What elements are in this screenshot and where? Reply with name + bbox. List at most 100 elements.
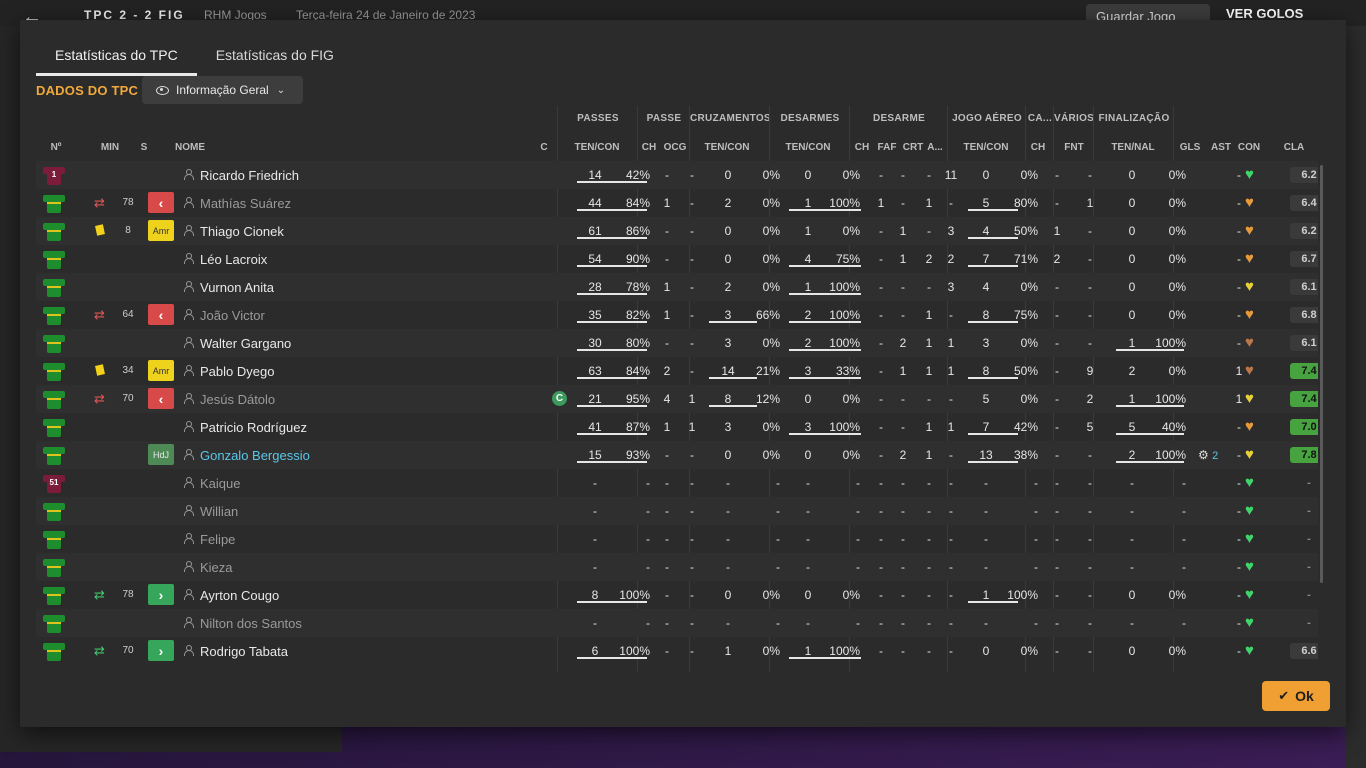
- player-row[interactable]: Vurnon Anita 28 78% 1 - 2 0% 1 100% - - - 3 4 0% - - 0 0% -…: [36, 273, 1318, 301]
- varios-fnt: -: [1088, 168, 1092, 182]
- column-header-des_ch[interactable]: CH: [854, 142, 870, 153]
- player-name[interactable]: Ayrton Cougo: [200, 588, 279, 603]
- player-icon: [184, 421, 194, 432]
- cr-percent: 66%: [755, 308, 780, 322]
- player-row[interactable]: ⇄ 78 ‹ Mathías Suárez 44 84% 1-2 0% 1 100% 1-1-5 80…: [36, 189, 1318, 217]
- column-header-passe_ch[interactable]: CH: [640, 142, 658, 153]
- player-name[interactable]: Felipe: [200, 532, 235, 547]
- tab-fig-stats[interactable]: Estatísticas do FIG: [197, 40, 353, 76]
- player-name[interactable]: Pablo Dyego: [200, 364, 274, 379]
- rating-badge: 6.2: [1290, 167, 1318, 183]
- column-header-cla[interactable]: CLA: [1278, 142, 1310, 153]
- condition-heart-icon: ♥: [1245, 446, 1254, 463]
- player-row[interactable]: Walter Gargano 30 80% - -3 0% 2 100% -2 1 1 3 0% - -1 1…: [36, 329, 1318, 357]
- player-name[interactable]: Walter Gargano: [200, 336, 291, 351]
- desarme-ch: -: [879, 280, 883, 294]
- fi-attempts: -: [1130, 616, 1134, 630]
- player-name[interactable]: Nilton dos Santos: [200, 616, 302, 631]
- player-name[interactable]: Jesús Dátolo: [200, 392, 275, 407]
- column-header-num[interactable]: Nº: [46, 142, 66, 153]
- player-row[interactable]: ⇄ 70 ‹ Jesús Dátolo C 21 95% 4 1 8 12% 0 0% - - - -5 0% -2…: [36, 385, 1318, 413]
- player-row[interactable]: ⇄ 78 › Ayrton Cougo 8 100% - - 0 0% 0 0% - - - - 1 100% - -…: [36, 581, 1318, 609]
- column-header-ca_ch[interactable]: CH: [1030, 142, 1046, 153]
- column-header-c[interactable]: C: [538, 142, 550, 153]
- view-goals-button[interactable]: VER GOLOS: [1226, 6, 1303, 21]
- status-badge-green: ›: [148, 640, 174, 661]
- de-percent: 0%: [842, 588, 860, 602]
- passe-ocg: -: [690, 560, 694, 574]
- column-header-passe_ocg[interactable]: OCG: [662, 142, 688, 153]
- column-header-des_a[interactable]: A...: [926, 142, 944, 153]
- column-header-min[interactable]: MIN: [96, 142, 124, 153]
- group-header: FINALIZAÇÃO: [1098, 113, 1170, 124]
- section-title: DADOS DO TPC: [36, 83, 139, 98]
- player-name[interactable]: Rodrigo Tabata: [200, 644, 288, 659]
- player-row[interactable]: Kieza - - - - - - - - - - - - - - - - - - - ♥ -: [36, 553, 1318, 581]
- player-name[interactable]: Mathías Suárez: [200, 196, 291, 211]
- de-attempts: 0: [804, 168, 812, 182]
- ae-percent: 50%: [1013, 364, 1038, 378]
- player-name[interactable]: Willian: [200, 504, 238, 519]
- column-header-des_faf[interactable]: FAF: [876, 142, 898, 153]
- player-row[interactable]: 51 Kaique - - - - - - - - - - - - - - - - - - - ♥ -: [36, 469, 1318, 497]
- player-name[interactable]: João Victor: [200, 308, 265, 323]
- scrollbar[interactable]: [1320, 165, 1323, 583]
- passe-ch: 2: [663, 364, 671, 378]
- column-header-cruz[interactable]: TEN/CON: [695, 142, 759, 153]
- column-header-var_fnt[interactable]: FNT: [1061, 142, 1087, 153]
- ae-attempts: 4: [982, 280, 990, 294]
- ae-percent: 80%: [1013, 196, 1038, 210]
- column-header-des_crt[interactable]: CRT: [902, 142, 924, 153]
- player-row[interactable]: Felipe - - - - - - - - - - - - - - - - - - - ♥ -: [36, 525, 1318, 553]
- assists: -: [1237, 252, 1241, 266]
- check-icon: ✔: [1278, 688, 1290, 703]
- player-row[interactable]: ⇄ 70 › Rodrigo Tabata 6 100% - - 1 0% 1 100% - - - - 0 0%…: [36, 637, 1318, 665]
- column-header-fin[interactable]: TEN/NAL: [1101, 142, 1165, 153]
- player-row[interactable]: Patricio Rodríguez 41 87% 1 1 3 0% 3 100% - -1 1 7 42…: [36, 413, 1318, 441]
- cr-percent: 0%: [762, 280, 780, 294]
- assists: -: [1237, 224, 1241, 238]
- varios-fnt: -: [1088, 588, 1092, 602]
- shirt-icon: [43, 557, 65, 577]
- column-header-passes[interactable]: TEN/CON: [565, 142, 629, 153]
- fi-percent: 0%: [1168, 364, 1186, 378]
- background-right-panel: [1346, 26, 1366, 768]
- cr-attempts: -: [726, 560, 730, 574]
- column-header-ast[interactable]: AST: [1210, 142, 1232, 153]
- desarme-crt: -: [927, 224, 931, 238]
- condition-heart-icon: ♥: [1245, 586, 1254, 603]
- player-name[interactable]: Thiago Cionek: [200, 224, 284, 239]
- fi-underline: [1116, 405, 1184, 407]
- player-row[interactable]: HdJ Gonzalo Bergessio 15 93% - - 0 0% 0 0% - 2 1 - 13 3…: [36, 441, 1318, 469]
- assists: -: [1237, 504, 1241, 518]
- player-row[interactable]: 1 Ricardo Friedrich 14 42% - -0 0% 0 0% - - -11 0 0% -…: [36, 161, 1318, 189]
- player-name[interactable]: Vurnon Anita: [200, 280, 274, 295]
- column-header-aereo[interactable]: TEN/CON: [954, 142, 1018, 153]
- player-row[interactable]: 8 Amr Thiago Cionek 61 86% - - 0 0% 1 0% - 1 - 3 4 50% 1 -…: [36, 217, 1318, 245]
- column-header-desarmes[interactable]: TEN/CON: [776, 142, 840, 153]
- player-name[interactable]: Léo Lacroix: [200, 252, 267, 267]
- player-name[interactable]: Patricio Rodríguez: [200, 420, 307, 435]
- ok-button[interactable]: ✔ Ok: [1262, 681, 1330, 711]
- player-name[interactable]: Gonzalo Bergessio: [200, 448, 310, 463]
- column-header-s[interactable]: S: [136, 142, 152, 153]
- tab-tpc-stats[interactable]: Estatísticas do TPC: [36, 40, 197, 76]
- group-header: PASSE: [646, 113, 682, 124]
- player-row[interactable]: Léo Lacroix 54 90% - -0 0% 4 75% -1 2 2 7 71% 2-0 0% - ♥…: [36, 245, 1318, 273]
- column-header-nome[interactable]: NOME: [160, 142, 220, 153]
- ae-percent: 0%: [1020, 392, 1038, 406]
- column-header-con[interactable]: CON: [1236, 142, 1262, 153]
- player-row[interactable]: Nilton dos Santos - - - - - - - - - - - - - - - - - - - ♥ -: [36, 609, 1318, 637]
- player-name[interactable]: Kaique: [200, 476, 240, 491]
- desarme-faf: -: [901, 476, 905, 490]
- player-row[interactable]: Willian - - - - - - - - - - - - - - - - - - - ♥ -: [36, 497, 1318, 525]
- player-row[interactable]: ⇄ 64 ‹ João Victor 35 82% 1 - 3 66% 2 100% - - 1 - 8 75% -…: [36, 301, 1318, 329]
- player-name[interactable]: Ricardo Friedrich: [200, 168, 299, 183]
- player-name[interactable]: Kieza: [200, 560, 233, 575]
- view-dropdown[interactable]: Informação Geral ⌄: [142, 76, 303, 104]
- column-header-gls[interactable]: GLS: [1178, 142, 1202, 153]
- player-row[interactable]: 34 Amr Pablo Dyego 63 84% 2-14 21% 3 33% -1 1 1 8 50%…: [36, 357, 1318, 385]
- desarme-faf: -: [901, 504, 905, 518]
- status-badge-red: ‹: [148, 192, 174, 213]
- p-attempts: -: [593, 532, 597, 546]
